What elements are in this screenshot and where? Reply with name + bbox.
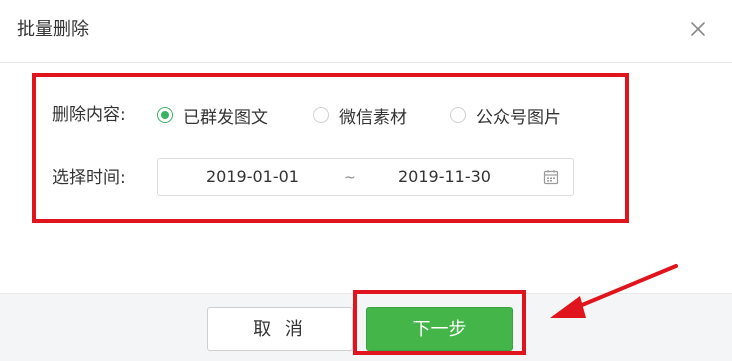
- annotation-highlight-form: [32, 73, 629, 223]
- dialog-header: 批量删除: [0, 0, 732, 63]
- annotation-arrow-icon: [550, 264, 678, 318]
- close-icon[interactable]: [688, 19, 708, 39]
- dialog-title: 批量删除: [17, 19, 89, 40]
- batch-delete-dialog: 批量删除 删除内容: 已群发图文 微信素材 公众号图片 选择时间: 2019-0…: [0, 0, 732, 361]
- annotation-highlight-next: [353, 290, 526, 355]
- cancel-button[interactable]: 取 消: [207, 307, 353, 351]
